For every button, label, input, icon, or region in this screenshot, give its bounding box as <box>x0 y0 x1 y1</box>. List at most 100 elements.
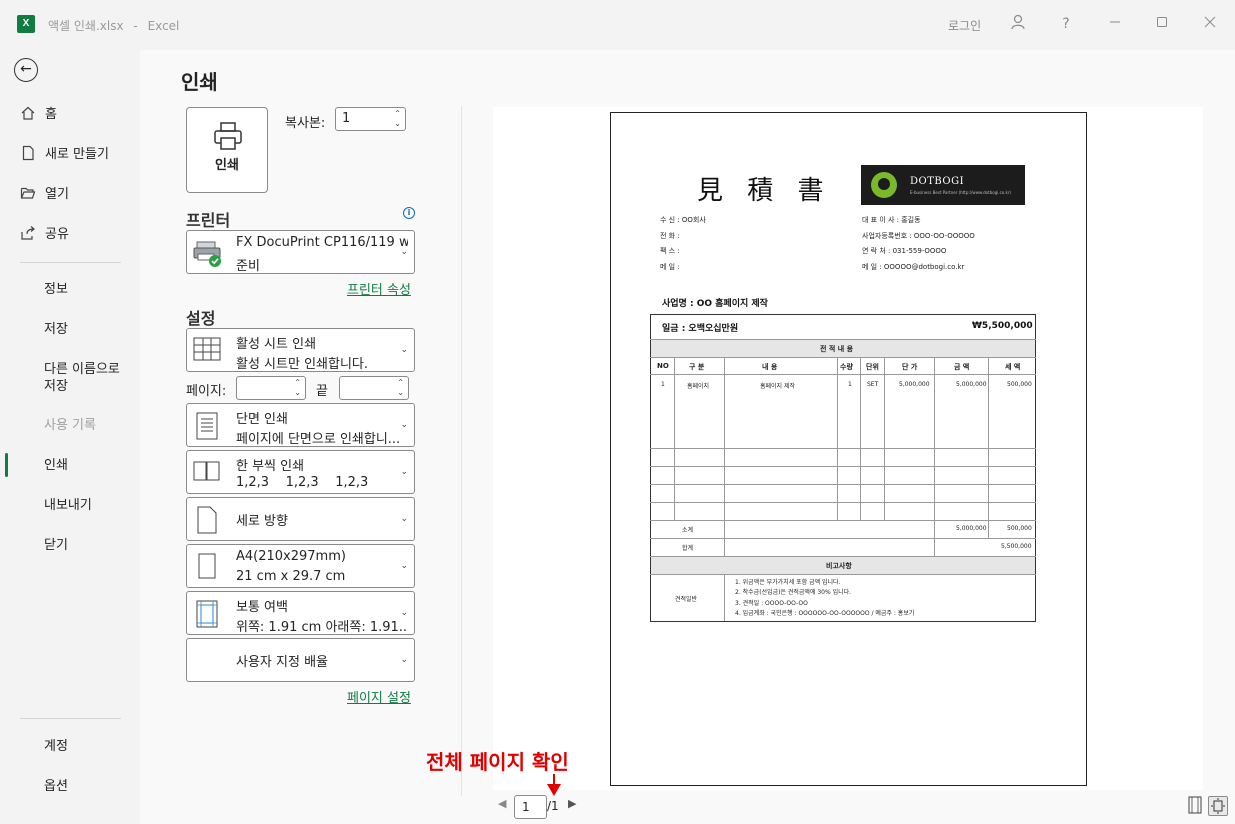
setting-title: A4(210x297mm) <box>236 549 346 564</box>
printer-dropdown[interactable]: FX DocuPrint CP116/119 w... 준비 ⌄ <box>186 230 415 274</box>
setting-title: 세로 방향 <box>236 514 288 529</box>
info-icon[interactable]: i <box>403 207 415 219</box>
chevron-down-icon: ⌄ <box>400 655 408 665</box>
nav-label: 정보 <box>44 281 68 297</box>
sides-dropdown[interactable]: 단면 인쇄 페이지에 단면으로 인쇄합니... ⌄ <box>186 403 415 447</box>
supplier-line: 사업자등록번호 : OOO-OO-OOOOO <box>862 232 975 240</box>
nav-item-save[interactable]: 저장 <box>0 311 140 347</box>
chevron-down-icon: ⌄ <box>400 247 408 257</box>
back-arrow-icon[interactable]: ← <box>14 58 38 82</box>
total-label: 합계 <box>682 545 694 552</box>
pages-from-input[interactable]: ⌃ ⌄ <box>236 376 306 400</box>
login-button[interactable]: 로그인 <box>948 17 981 34</box>
table-line <box>650 484 1036 485</box>
nav-item-share[interactable]: 공유 <box>0 216 140 252</box>
pages-to-label: 끝 <box>316 384 328 399</box>
chevron-down-icon: ⌄ <box>400 561 408 571</box>
document-title: 見 積 書 <box>697 176 832 206</box>
spinner-icon[interactable]: ⌃ ⌄ <box>394 109 401 129</box>
help-icon[interactable]: ? <box>1055 13 1077 35</box>
recipient-line: 전 화 : <box>660 232 680 240</box>
table-line <box>650 574 1036 575</box>
nav-item-info[interactable]: 정보 <box>0 271 140 307</box>
table-cell: 5,000,000 <box>956 381 987 388</box>
nav-label: 닫기 <box>44 537 68 553</box>
nav-label: 사용 기록 <box>44 417 96 433</box>
printer-device-icon <box>193 241 221 267</box>
close-icon[interactable] <box>1199 13 1221 35</box>
printer-properties-link[interactable]: 프린터 속성 <box>347 279 411 298</box>
subtotal-tax: 500,000 <box>1007 525 1032 532</box>
prev-page-icon[interactable]: ◀ <box>498 797 506 810</box>
show-margins-icon[interactable] <box>1187 796 1207 816</box>
page-total: /1 <box>547 799 559 813</box>
nav-label: 옵션 <box>44 778 68 794</box>
nav-label: 새로 만들기 <box>45 146 109 162</box>
amount-value: ₩5,500,000 <box>972 321 1033 331</box>
col-header: 세 액 <box>1005 363 1021 371</box>
recipient-line: 메 일 : <box>660 263 680 271</box>
setting-title: 보통 여백 <box>236 600 288 615</box>
nav-item-home[interactable]: 홈 <box>0 96 140 132</box>
settings-section-title: 설정 <box>186 309 216 328</box>
spinner-icon[interactable]: ⌃ ⌄ <box>397 378 404 398</box>
maximize-icon[interactable] <box>1151 13 1173 35</box>
logo-mark-icon <box>871 172 897 198</box>
table-line <box>650 357 1036 358</box>
supplier-line: 연 락 처 : 031-559-OOOO <box>862 247 947 255</box>
chevron-down-icon: ⌄ <box>400 420 408 430</box>
col-header: 금 액 <box>954 363 970 371</box>
col-header: 단 가 <box>902 363 918 371</box>
logo-subtitle: E-business Best Partner (http://www.dotb… <box>910 190 1011 195</box>
nav-label: 공유 <box>45 226 69 242</box>
nav-item-export[interactable]: 내보내기 <box>0 487 140 523</box>
table-line <box>674 357 675 520</box>
scaling-dropdown[interactable]: 사용자 지정 배율 ⌄ <box>186 638 415 682</box>
copies-input[interactable]: 1 ⌃ ⌄ <box>335 107 406 131</box>
col-header: NO <box>657 362 669 370</box>
table-line <box>650 448 1036 449</box>
setting-detail: 위쪽: 1.91 cm 아래쪽: 1.91... <box>236 620 408 635</box>
next-page-icon[interactable]: ▶ <box>568 797 576 810</box>
table-line <box>884 357 885 520</box>
setting-detail: 1,2,3 1,2,3 1,2,3 <box>236 475 369 490</box>
nav-label: 홈 <box>45 106 57 122</box>
zoom-to-page-icon[interactable] <box>1208 796 1228 816</box>
table-line <box>650 538 1036 539</box>
nav-item-close[interactable]: 닫기 <box>0 527 140 563</box>
portrait-icon <box>197 506 217 534</box>
supplier-line: 대 표 이 사 : 홍길동 <box>862 216 921 224</box>
table-line <box>650 502 1036 503</box>
nav-item-print[interactable]: 인쇄 <box>0 447 140 483</box>
print-what-dropdown[interactable]: 활성 시트 인쇄 활성 시트만 인쇄합니다. ⌄ <box>186 328 415 372</box>
nav-label: 다른 이름으로 저장 <box>44 362 120 394</box>
collation-dropdown[interactable]: 한 부씩 인쇄 1,2,3 1,2,3 1,2,3 ⌄ <box>186 450 415 494</box>
table-line <box>860 357 861 520</box>
share-icon <box>19 225 37 243</box>
page-number-input[interactable]: 1 <box>514 795 547 819</box>
print-button[interactable]: 인쇄 <box>186 107 268 193</box>
people-icon[interactable] <box>1007 13 1029 35</box>
nav-label: 계정 <box>44 738 68 754</box>
nav-item-save-as[interactable]: 다른 이름으로 저장 <box>0 359 140 397</box>
chevron-down-icon: ⌄ <box>400 514 408 524</box>
setting-detail: 21 cm x 29.7 cm <box>236 569 346 584</box>
nav-item-account[interactable]: 계정 <box>0 728 140 764</box>
nav-item-options[interactable]: 옵션 <box>0 768 140 804</box>
table-line <box>650 466 1036 467</box>
paper-size-dropdown[interactable]: A4(210x297mm) 21 cm x 29.7 cm ⌄ <box>186 544 415 588</box>
setting-detail: 페이지에 단면으로 인쇄합니... <box>236 432 401 447</box>
printer-icon <box>214 122 242 150</box>
setting-title: 한 부씩 인쇄 <box>236 459 305 474</box>
col-header: 구 분 <box>689 363 705 371</box>
nav-item-new[interactable]: 새로 만들기 <box>0 136 140 172</box>
margins-dropdown[interactable]: 보통 여백 위쪽: 1.91 cm 아래쪽: 1.91... ⌄ <box>186 591 415 635</box>
orientation-dropdown[interactable]: 세로 방향 ⌄ <box>186 497 415 541</box>
spinner-icon[interactable]: ⌃ ⌄ <box>294 378 301 398</box>
print-button-label: 인쇄 <box>215 158 239 173</box>
page-setup-link[interactable]: 페이지 설정 <box>347 687 411 706</box>
minimize-icon[interactable] <box>1104 13 1126 35</box>
title-bar: X 액셀 인쇄.xlsx - Excel 로그인 ? <box>0 0 1235 50</box>
nav-item-open[interactable]: 열기 <box>0 176 140 212</box>
pages-to-input[interactable]: ⌃ ⌄ <box>339 376 409 400</box>
